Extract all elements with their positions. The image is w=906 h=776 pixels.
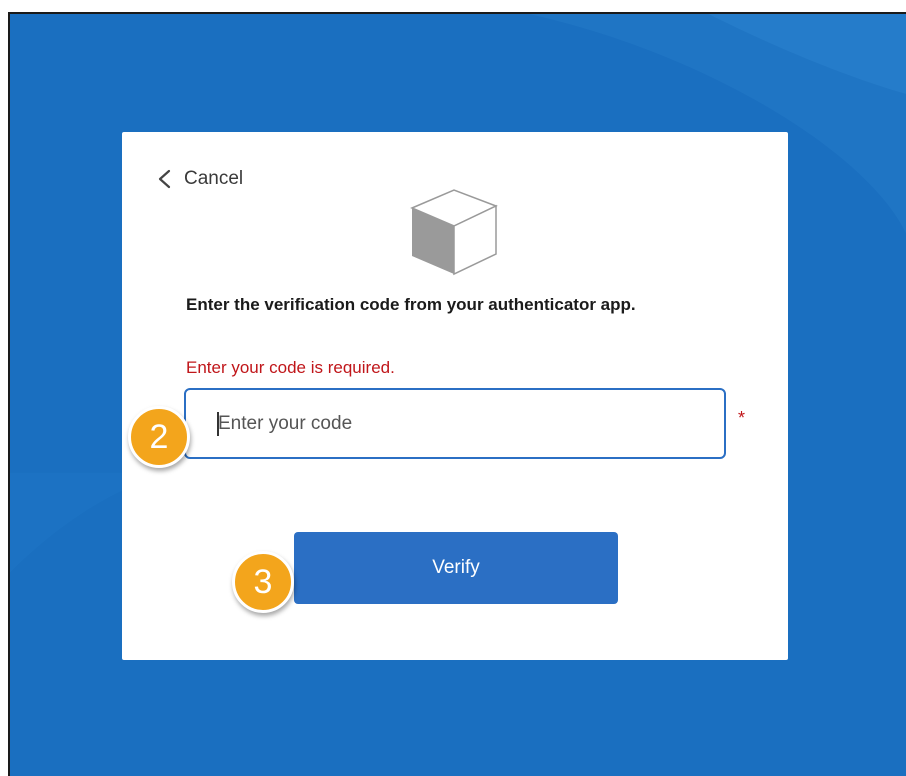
cube-icon [410, 189, 498, 276]
text-caret [217, 412, 219, 436]
error-message: Enter your code is required. [186, 358, 395, 377]
cancel-back-link[interactable]: Cancel [156, 168, 243, 190]
verification-dialog: Cancel Enter the verification code from … [122, 132, 788, 660]
instruction-heading: Enter the verification code from your au… [186, 295, 636, 314]
verify-button[interactable]: Verify [294, 532, 618, 604]
desktop-background: Cancel Enter the verification code from … [8, 12, 906, 776]
step-badge-input: 2 [128, 406, 190, 468]
step-badge-verify: 3 [232, 551, 294, 613]
chevron-left-icon [158, 169, 171, 189]
required-asterisk: * [738, 408, 746, 428]
code-input[interactable] [184, 388, 726, 459]
cancel-label: Cancel [184, 168, 244, 189]
